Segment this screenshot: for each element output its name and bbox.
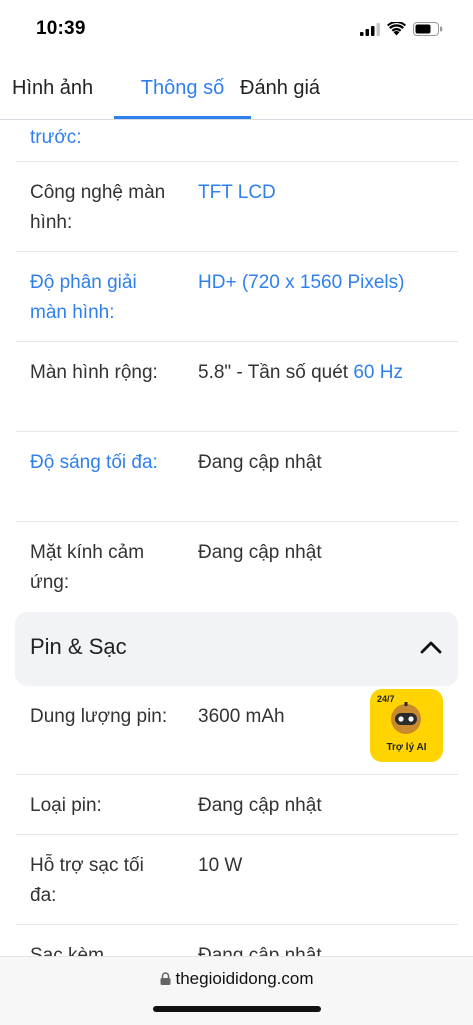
lock-icon: [160, 972, 170, 985]
spec-label: Màn hình rộng:: [30, 362, 158, 383]
tab-reviews[interactable]: Đánh giá: [240, 60, 320, 119]
spec-value-link[interactable]: HD+ (720 x 1560 Pixels): [198, 268, 448, 298]
home-indicator: [153, 1006, 321, 1012]
tab-specifications[interactable]: Thông số: [114, 60, 251, 119]
browser-bottom-bar: thegioididong.com: [0, 956, 473, 1025]
url-bar[interactable]: thegioididong.com: [0, 969, 473, 989]
spec-value: 10 W: [198, 855, 243, 876]
spec-value: Đang cập nhật: [198, 452, 322, 473]
wifi-icon: [387, 22, 406, 36]
spec-label-front[interactable]: trước:: [30, 123, 170, 153]
signal-icon: [360, 22, 380, 36]
spec-row-included-charger: Sạc kèm Đang cập nhật: [16, 925, 458, 956]
spec-row-screen-tech: Công nghệ màn hình: TFT LCD: [16, 162, 458, 252]
spec-label-link[interactable]: Độ sáng tối đa:: [30, 448, 170, 478]
tab-images[interactable]: Hình ảnh: [12, 60, 93, 119]
spec-value: Đang cập nhật: [198, 795, 322, 816]
battery-icon: [413, 22, 443, 36]
spec-value: 5.8" - Tần số quét 60 Hz: [198, 358, 448, 388]
ai-assistant-label: Trợ lý AI: [386, 742, 427, 753]
status-bar: 10:39: [0, 0, 473, 58]
specs-content: trước: Công nghệ màn hình: TFT LCD Độ ph…: [0, 121, 473, 956]
spec-row-resolution: Độ phân giải màn hình: HD+ (720 x 1560 P…: [16, 252, 458, 342]
spec-value-text: 5.8" - Tần số quét: [198, 362, 354, 383]
spec-label: Sạc kèm: [30, 945, 104, 956]
spec-row-max-brightness: Độ sáng tối đa: Đang cập nhật: [16, 432, 458, 522]
ai-assistant-button[interactable]: 24/7 Trợ lý AI: [370, 689, 443, 762]
status-icons: [360, 22, 443, 36]
spec-row-battery-type: Loại pin: Đang cập nhật: [16, 775, 458, 835]
spec-label: Hỗ trợ sạc tối đa:: [30, 855, 144, 906]
status-time: 10:39: [36, 18, 86, 39]
chevron-up-icon: [420, 641, 442, 654]
spec-value: Đang cập nhật: [198, 542, 322, 563]
robot-icon: [391, 702, 421, 734]
section-title: Pin & Sạc: [30, 634, 127, 659]
spec-value-link[interactable]: TFT LCD: [198, 178, 448, 208]
spec-row-max-charging: Hỗ trợ sạc tối đa: 10 W: [16, 835, 458, 925]
tab-bar: Hình ảnh Thông số Đánh giá: [0, 60, 473, 120]
battery-section-header[interactable]: Pin & Sạc: [15, 612, 458, 686]
spec-row-screen-size: Màn hình rộng: 5.8" - Tần số quét 60 Hz: [16, 342, 458, 432]
spec-row-front-cut: trước:: [16, 121, 458, 162]
spec-label: Công nghệ màn hình:: [30, 182, 166, 233]
spec-label: Loại pin:: [30, 795, 102, 816]
spec-value: Đang cập nhật: [198, 945, 322, 956]
spec-row-touch-glass: Mặt kính cảm ứng: Đang cập nhật: [16, 522, 458, 612]
spec-label: Dung lượng pin:: [30, 706, 168, 727]
spec-label: Mặt kính cảm ứng:: [30, 542, 145, 593]
url-text: thegioididong.com: [175, 969, 314, 988]
refresh-rate-link[interactable]: 60 Hz: [353, 362, 403, 383]
spec-label-link[interactable]: Độ phân giải màn hình:: [30, 268, 170, 328]
